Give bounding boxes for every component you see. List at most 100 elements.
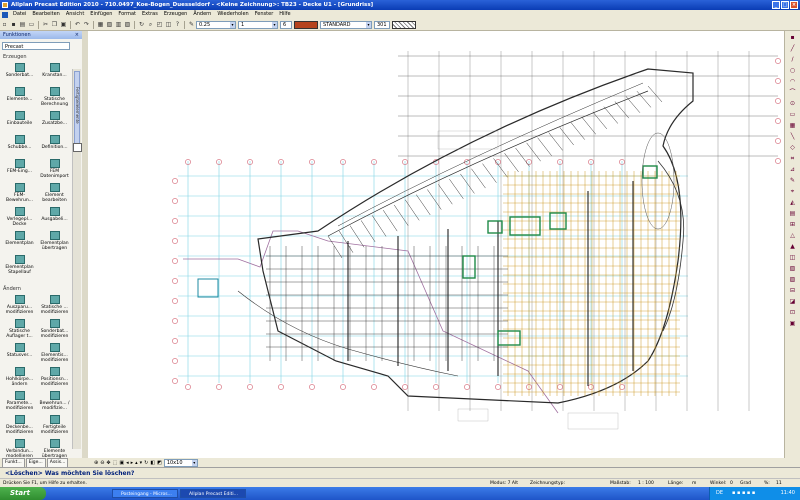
hatch-number-select[interactable]: 301 <box>374 20 390 29</box>
drafting-tool-icon[interactable]: ▪ <box>788 34 797 42</box>
drafting-tool-icon[interactable]: ◇ <box>788 144 797 152</box>
tool-button[interactable]: Positionsn... modifizieren <box>37 366 72 387</box>
tool-button[interactable]: Elementplan Stapellauf <box>2 254 37 275</box>
drafting-tool-icon[interactable]: ╲ <box>788 133 797 141</box>
line-type-select[interactable]: 1 ▾ <box>238 20 278 29</box>
module-select[interactable]: Precast <box>2 42 70 50</box>
menu-fenster[interactable]: Fenster <box>252 10 277 19</box>
tool-button[interactable]: Einbauteile <box>2 110 37 130</box>
menu-ansicht[interactable]: Ansicht <box>63 10 87 19</box>
tray-icons[interactable]: ▪ ▪ ▪ ▪ ▪ <box>732 487 755 500</box>
redo-icon[interactable]: ↷ <box>82 20 91 29</box>
tool-button[interactable]: Statische Berechnung <box>37 86 72 107</box>
tool-button[interactable]: FEM-Bewehrun... <box>2 182 37 203</box>
copy-icon[interactable]: ❐ <box>50 20 59 29</box>
tool-button[interactable]: Auszparu... modifizieren <box>2 294 37 315</box>
drawing-canvas[interactable] <box>88 31 784 458</box>
tool-button[interactable]: Elementplan übertragen <box>37 230 72 251</box>
tool-button[interactable]: Statusver... <box>2 342 37 362</box>
tool-button[interactable]: Elementis... modifizieren <box>37 342 72 363</box>
drafting-tool-icon[interactable]: ▧ <box>788 265 797 273</box>
print-icon[interactable]: ▤ <box>18 20 27 29</box>
tool-button[interactable]: Element bearbeiten <box>37 182 72 203</box>
drafting-tool-icon[interactable]: △ <box>788 232 797 240</box>
menu-extras[interactable]: Extras <box>139 10 161 19</box>
tool-button[interactable]: Bewehrun... / modifizie... <box>37 390 72 411</box>
drafting-tool-icon[interactable]: ◫ <box>788 254 797 262</box>
tool-button[interactable]: Zusatzbe... <box>37 110 72 130</box>
redraw-icon[interactable]: ↻ <box>137 20 146 29</box>
tool-button[interactable]: Verbindun... modellieren <box>2 438 37 459</box>
arrow-left-icon[interactable]: ◂ <box>126 460 129 466</box>
view-icon[interactable]: ◰ <box>155 20 164 29</box>
tool-button[interactable]: Elemente übertragen <box>37 438 72 459</box>
refresh-icon[interactable]: ↻ <box>144 460 148 466</box>
undo-icon[interactable]: ↶ <box>73 20 82 29</box>
tool-button[interactable]: Verlegepl... Decke <box>2 206 37 227</box>
drafting-tool-icon[interactable]: ⊿ <box>788 166 797 174</box>
drafting-tool-icon[interactable]: ⊟ <box>788 287 797 295</box>
tool-button[interactable]: FEM Datenimport <box>37 158 72 179</box>
tool-button[interactable]: Sonderbat... modifizieren <box>37 318 72 339</box>
start-button[interactable]: Start <box>0 487 46 500</box>
angle-unit[interactable]: Grad <box>740 480 751 487</box>
save-icon[interactable]: ▪ <box>9 20 18 29</box>
layer-icon[interactable]: ▦ <box>96 20 105 29</box>
tool-button[interactable]: Ausgabeli... <box>37 206 72 226</box>
drafting-tool-icon[interactable]: ◭ <box>788 199 797 207</box>
drafting-tool-icon[interactable]: ⌗ <box>788 155 797 163</box>
menu-format[interactable]: Format <box>115 10 139 19</box>
tool-button[interactable]: Definition... <box>37 134 72 154</box>
drawing-files-icon[interactable]: ▧ <box>105 20 114 29</box>
pen-tool-icon[interactable]: ✎ <box>187 20 196 29</box>
tool-button[interactable]: Deckenbe... modifizieren <box>2 414 37 435</box>
color-number-select[interactable]: 6 <box>280 20 292 29</box>
cut-icon[interactable]: ✂ <box>41 20 50 29</box>
menu-datei[interactable]: Datei <box>10 10 29 19</box>
drafting-tool-icon[interactable]: ▨ <box>788 276 797 284</box>
menu-bearbeiten[interactable]: Bearbeiten <box>29 10 62 19</box>
tool-button[interactable]: Elementplan <box>2 230 37 250</box>
maximize-button[interactable]: □ <box>781 1 789 9</box>
menu-einfuegen[interactable]: Einfügen <box>87 10 115 19</box>
preview-icon[interactable]: ▭ <box>27 20 36 29</box>
hatch-pattern-swatch[interactable] <box>392 20 416 29</box>
taskbar-item-allplan[interactable]: Allplan Precast Editi... <box>180 489 246 498</box>
arrow-down-icon[interactable]: ▾ <box>140 460 143 466</box>
taskbar-item-outlook[interactable]: Posteingang - Micros... <box>112 489 178 498</box>
menu-aendern[interactable]: Ändern <box>190 10 214 19</box>
tool-button[interactable]: Fertigteile modifizieren <box>37 414 72 435</box>
building-structure-icon[interactable]: ▥ <box>114 20 123 29</box>
zoom-in-icon[interactable]: ⊕ <box>94 460 98 466</box>
drafting-tool-icon[interactable]: ◠ <box>788 78 797 86</box>
drafting-tool-icon[interactable]: ⌖ <box>788 188 797 196</box>
drafting-tool-icon[interactable]: ╱ <box>788 45 797 53</box>
layer-select[interactable]: STANDARD ▾ <box>320 20 372 29</box>
minimize-button[interactable]: _ <box>772 1 780 9</box>
tool-button[interactable]: Statische ... modifizieren <box>37 294 72 315</box>
zoom-out-icon[interactable]: ⊖ <box>100 460 104 466</box>
drafting-tool-icon[interactable]: ◪ <box>788 298 797 306</box>
menu-erzeugen[interactable]: Erzeugen <box>161 10 191 19</box>
angle-value[interactable]: 0 <box>730 480 733 487</box>
plan-icon[interactable]: ▨ <box>123 20 132 29</box>
tool-button[interactable]: Sonderbat... <box>2 62 37 82</box>
paste-icon[interactable]: ▣ <box>59 20 68 29</box>
drafting-tool-icon[interactable]: ✎ <box>788 177 797 185</box>
pan-icon[interactable]: ✥ <box>106 460 110 466</box>
length-unit[interactable]: m <box>692 480 696 487</box>
zoom-window-icon[interactable]: ⬚ <box>113 460 118 466</box>
drafting-tool-icon[interactable]: ▭ <box>788 111 797 119</box>
color-swatch[interactable] <box>294 20 318 29</box>
pin-checkbox[interactable] <box>73 143 82 152</box>
help-icon[interactable]: ? <box>173 20 182 29</box>
drafting-tool-icon[interactable]: ▦ <box>788 122 797 130</box>
language-indicator[interactable]: DE <box>716 487 723 500</box>
new-file-icon[interactable]: ▫ <box>0 20 9 29</box>
drafting-tool-icon[interactable]: ▲ <box>788 243 797 251</box>
tool-button[interactable]: Hohlkörpe... ändern <box>2 366 37 387</box>
scale-value[interactable]: 1 : 100 <box>638 480 654 487</box>
drafting-tool-icon[interactable]: ⌒ <box>788 89 797 97</box>
tool-button[interactable]: FEM-Eing... <box>2 158 37 178</box>
drafting-tool-icon[interactable]: ▤ <box>788 210 797 218</box>
